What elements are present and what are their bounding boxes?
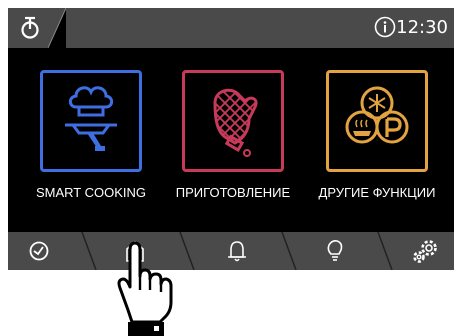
tab-divider	[281, 232, 297, 270]
smart-cooking-label: SMART COOKING	[35, 185, 147, 200]
cooking-label: ПРИГОТОВЛЕНИЕ	[175, 185, 291, 200]
settings-gears-icon	[413, 240, 437, 263]
power-icon	[21, 16, 39, 39]
other-functions-label: ДРУГИЕ ФУНКЦИИ	[318, 185, 436, 200]
info-icon[interactable]	[374, 16, 396, 38]
tab-divider	[377, 232, 393, 270]
lightbulb-icon	[327, 240, 343, 261]
tab-divider	[81, 232, 97, 270]
other-functions-card[interactable]	[326, 70, 428, 172]
topbar-separator	[48, 8, 68, 48]
smart-cooking-card[interactable]	[40, 70, 142, 172]
tab-alarm[interactable]	[198, 232, 278, 270]
main-menu: SMART COOKING ПРИГОТОВЛЕНИЕ ДРУГИЕ ФУНКЦ…	[8, 48, 454, 232]
cooking-card[interactable]	[182, 70, 284, 172]
oven-mitt-icon	[213, 88, 258, 157]
clock-time: 12:30	[396, 17, 448, 38]
pointing-hand-icon	[117, 241, 173, 336]
bottom-nav-bar	[8, 232, 454, 270]
power-button[interactable]	[8, 8, 52, 48]
other-functions-icon	[345, 86, 409, 144]
top-status-bar: 12:30	[8, 8, 454, 48]
tab-settings[interactable]	[396, 232, 454, 270]
bell-icon	[228, 241, 246, 262]
tab-light[interactable]	[300, 232, 374, 270]
oven-display-screen: 12:30 SMART COOKING ПРИГОТОВЛЕНИЕ ДРУГИЕ…	[8, 8, 454, 270]
timer-icon	[29, 241, 49, 261]
tab-timer[interactable]	[8, 232, 78, 270]
chef-serving-tray-icon	[65, 86, 117, 151]
tab-divider	[179, 232, 195, 270]
